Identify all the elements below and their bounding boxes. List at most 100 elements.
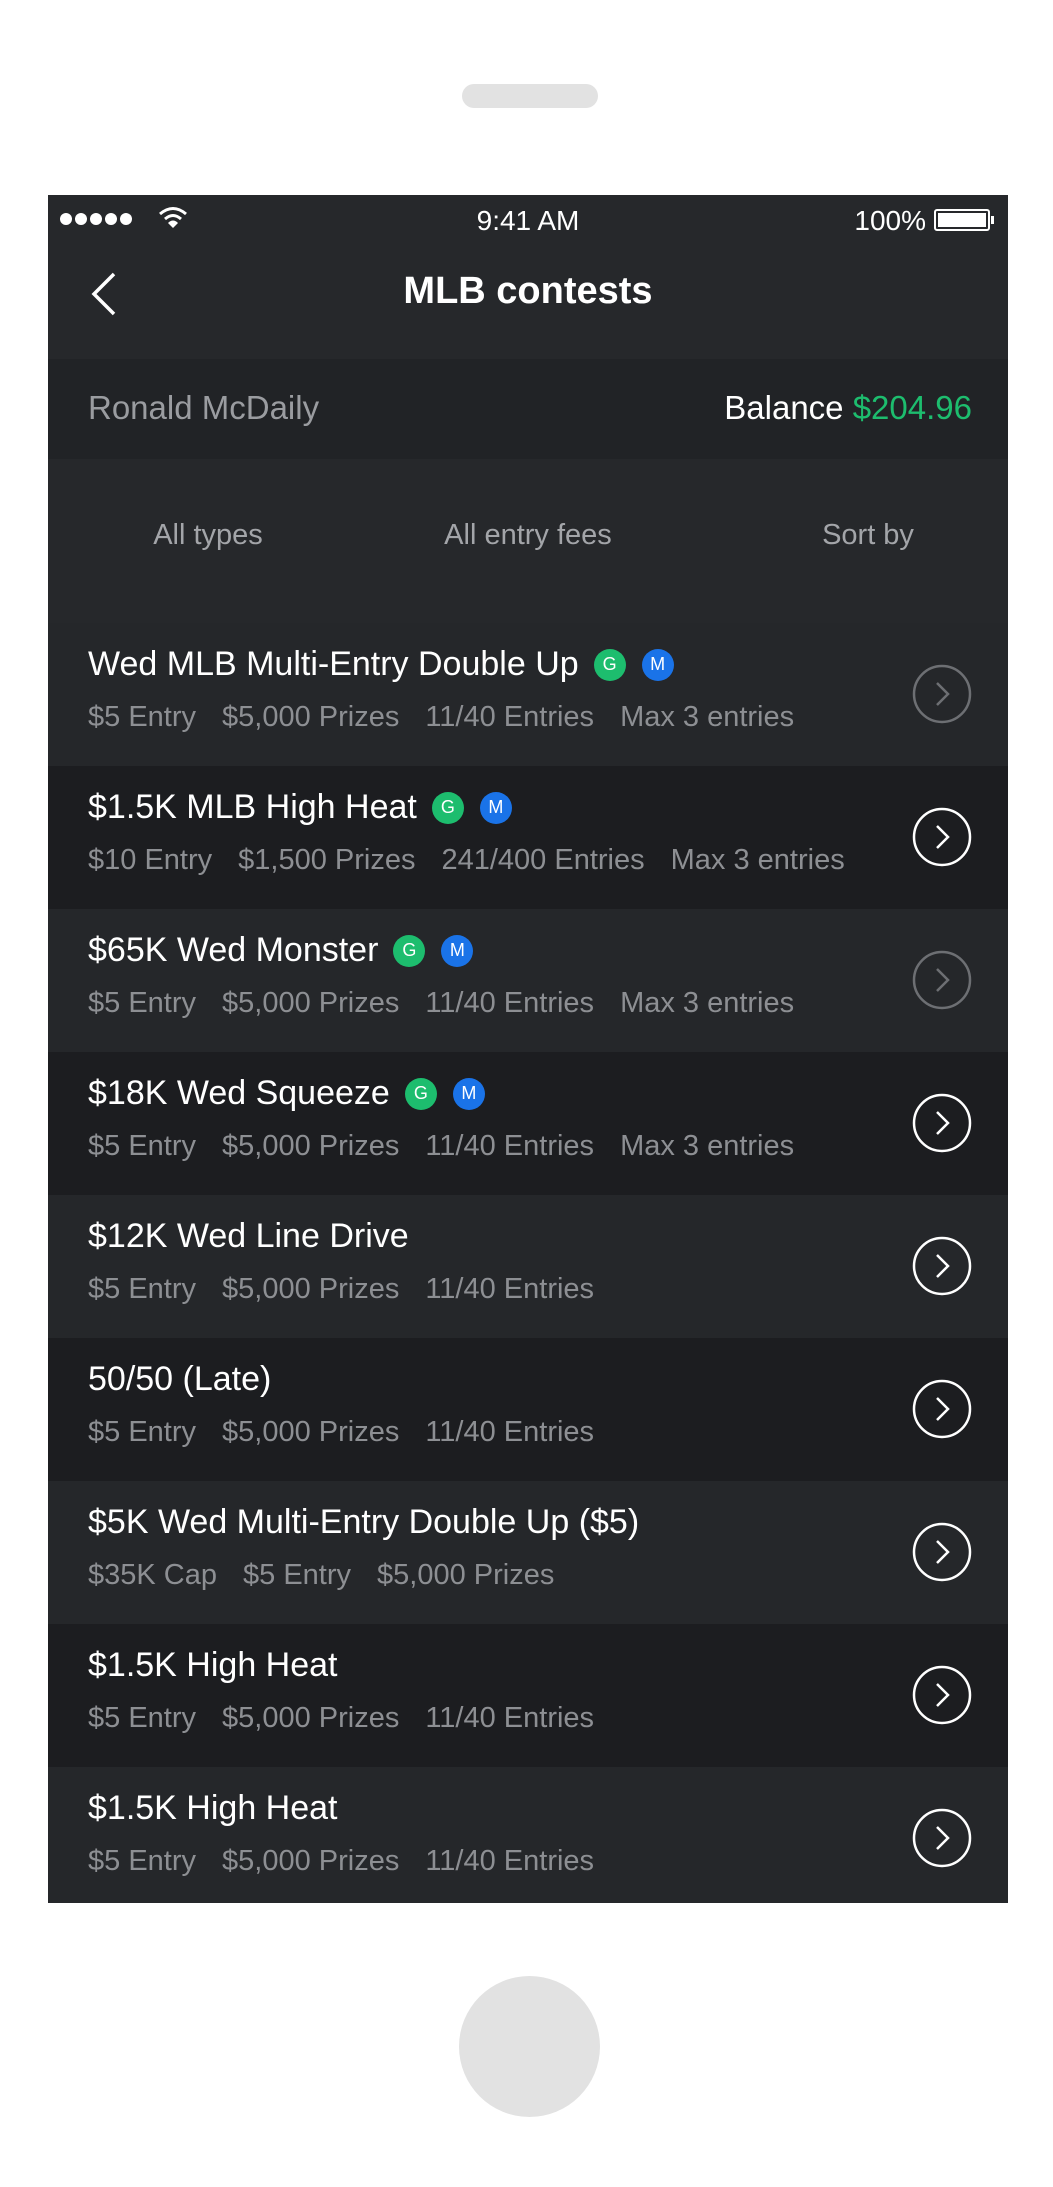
contest-detail: $35K Cap — [88, 1559, 217, 1591]
contest-detail: $5 Entry — [88, 701, 196, 733]
contest-detail: $5,000 Prizes — [222, 701, 400, 733]
contest-title: $18K Wed Squeeze — [88, 1074, 390, 1112]
page-title: MLB contests — [403, 270, 653, 312]
contest-detail: 241/400 Entries — [441, 844, 645, 876]
contest-detail: 11/40 Entries — [425, 987, 595, 1019]
contest-detail: $5 Entry — [88, 1845, 196, 1877]
status-bar: 9:41 AM 100% — [48, 195, 1008, 247]
contest-detail: $10 Entry — [88, 844, 213, 876]
chevron-right-circle-icon[interactable] — [912, 1379, 972, 1439]
contest-details: $5 Entry $5,000 Prizes 11/40 Entries Max 3 … — [88, 701, 794, 734]
balance-label: Balance — [724, 389, 844, 426]
contest-row[interactable]: Wed MLB Multi-Entry Double Up G M $5 Entry $… — [48, 623, 1008, 766]
filter-all-types[interactable]: All types — [88, 519, 328, 552]
contest-title: $1.5K High Heat — [88, 1789, 338, 1827]
contest-detail: Max 3 entries — [620, 1130, 795, 1162]
contest-detail: 11/40 Entries — [425, 1130, 595, 1162]
contest-details: $5 Entry $5,000 Prizes 11/40 Entries Max 3 … — [88, 1130, 794, 1163]
contest-detail: $5,000 Prizes — [222, 1416, 400, 1448]
balance-amount: $204.96 — [852, 389, 972, 426]
contest-detail: $5 Entry — [88, 1130, 196, 1162]
guaranteed-badge: G — [404, 1077, 437, 1110]
contest-row[interactable]: $18K Wed Squeeze G M $5 Entry $5,000 Prizes 1… — [48, 1052, 1008, 1195]
contest-detail: $5,000 Prizes — [222, 1702, 400, 1734]
contest-title: 50/50 (Late) — [88, 1360, 272, 1398]
contest-row[interactable]: $1.5K MLB High Heat G M $10 Entry $1,500 Pri… — [48, 766, 1008, 909]
chevron-right-circle-icon[interactable] — [912, 1093, 972, 1153]
contest-row[interactable]: $65K Wed Monster G M $5 Entry $5,000 Prizes 1… — [48, 909, 1008, 1052]
contest-details: $35K Cap $5 Entry $5,000 Prizes — [88, 1559, 554, 1592]
chevron-right-circle-icon[interactable] — [912, 1522, 972, 1582]
contest-row[interactable]: $1.5K High Heat $5 Entry $5,000 Prizes 11/4… — [48, 1767, 1008, 1903]
multi-entry-badge: M — [479, 791, 512, 824]
contest-detail: 11/40 Entries — [425, 1416, 595, 1448]
contest-detail: $5,000 Prizes — [222, 1845, 400, 1877]
contest-detail: $5,000 Prizes — [222, 1130, 400, 1162]
contest-detail: $5,000 Prizes — [222, 1273, 400, 1305]
contest-title-line: $1.5K High Heat — [88, 1646, 338, 1685]
guaranteed-badge: G — [393, 934, 426, 967]
contest-title-line: $1.5K High Heat — [88, 1789, 338, 1828]
contest-detail: Max 3 entries — [670, 844, 845, 876]
contest-title-line: $65K Wed Monster G M — [88, 931, 474, 970]
navigation-bar: MLB contests — [48, 247, 1008, 359]
contest-detail: $5 Entry — [88, 1702, 196, 1734]
filter-sort-by[interactable]: Sort by — [748, 519, 988, 552]
multi-entry-badge: M — [641, 648, 674, 681]
multi-entry-badge: M — [441, 934, 474, 967]
contest-title-line: Wed MLB Multi-Entry Double Up G M — [88, 645, 674, 684]
contest-detail: $5 Entry — [88, 987, 196, 1019]
contest-list: Wed MLB Multi-Entry Double Up G M $5 Entry $… — [48, 623, 1008, 1903]
battery-percentage: 100% — [854, 205, 926, 236]
contest-title: $5K Wed Multi-Entry Double Up ($5) — [88, 1503, 640, 1541]
contest-title-line: $1.5K MLB High Heat G M — [88, 788, 512, 827]
home-button[interactable] — [459, 1976, 600, 2117]
phone-speaker — [462, 84, 598, 108]
contest-detail: Max 3 entries — [620, 701, 795, 733]
contest-title-line: $12K Wed Line Drive — [88, 1217, 409, 1256]
chevron-right-circle-icon[interactable] — [912, 1236, 972, 1296]
contest-details: $5 Entry $5,000 Prizes 11/40 Entries — [88, 1845, 594, 1878]
user-name: Ronald McDaily — [88, 389, 320, 426]
contest-title: $1.5K High Heat — [88, 1646, 338, 1684]
contest-row[interactable]: 50/50 (Late) $5 Entry $5,000 Prizes 11/40 E… — [48, 1338, 1008, 1481]
contest-detail: $5,000 Prizes — [222, 987, 400, 1019]
contest-details: $5 Entry $5,000 Prizes 11/40 Entries — [88, 1273, 594, 1306]
chevron-right-circle-icon[interactable] — [912, 1808, 972, 1868]
account-bar: Ronald McDaily Balance $204.96 — [48, 359, 1008, 459]
contest-row[interactable]: $1.5K High Heat $5 Entry $5,000 Prizes 11/4… — [48, 1624, 1008, 1767]
chevron-right-circle-icon[interactable] — [912, 807, 972, 867]
contest-title: $12K Wed Line Drive — [88, 1217, 409, 1255]
contest-row[interactable]: $12K Wed Line Drive $5 Entry $5,000 Prizes… — [48, 1195, 1008, 1338]
contest-title: $65K Wed Monster — [88, 931, 379, 969]
contest-details: $10 Entry $1,500 Prizes 241/400 Entries Max… — [88, 844, 845, 877]
contest-detail: $5 Entry — [88, 1416, 196, 1448]
contest-detail: $5 Entry — [243, 1559, 351, 1591]
chevron-right-circle-icon[interactable] — [912, 950, 972, 1010]
contest-row[interactable]: $5K Wed Multi-Entry Double Up ($5) $35K C… — [48, 1481, 1008, 1624]
contest-details: $5 Entry $5,000 Prizes 11/40 Entries Max 3 … — [88, 987, 794, 1020]
contest-details: $5 Entry $5,000 Prizes 11/40 Entries — [88, 1702, 594, 1735]
contest-title: Wed MLB Multi-Entry Double Up — [88, 645, 579, 683]
contest-detail: $5,000 Prizes — [377, 1559, 555, 1591]
contest-detail: 11/40 Entries — [425, 701, 595, 733]
chevron-right-circle-icon[interactable] — [912, 1665, 972, 1725]
contest-detail: $5 Entry — [88, 1273, 196, 1305]
contest-detail: 11/40 Entries — [425, 1702, 595, 1734]
contest-title: $1.5K MLB High Heat — [88, 788, 417, 826]
multi-entry-badge: M — [452, 1077, 485, 1110]
contest-detail: $1,500 Prizes — [238, 844, 416, 876]
chevron-right-circle-icon[interactable] — [912, 664, 972, 724]
contest-title-line: $18K Wed Squeeze G M — [88, 1074, 485, 1113]
contest-detail: 11/40 Entries — [425, 1273, 595, 1305]
filter-all-entry-fees[interactable]: All entry fees — [378, 519, 678, 552]
guaranteed-badge: G — [431, 791, 464, 824]
balance: Balance $204.96 — [724, 389, 972, 427]
contest-detail: 11/40 Entries — [425, 1845, 595, 1877]
filter-bar: All types All entry fees Sort by — [48, 459, 1008, 623]
contest-title-line: $5K Wed Multi-Entry Double Up ($5) — [88, 1503, 639, 1542]
app-screen: 9:41 AM 100% MLB contests Ronald McDaily… — [48, 195, 1008, 1903]
contest-title-line: 50/50 (Late) — [88, 1360, 271, 1399]
contest-detail: Max 3 entries — [620, 987, 795, 1019]
battery-icon — [934, 209, 994, 231]
